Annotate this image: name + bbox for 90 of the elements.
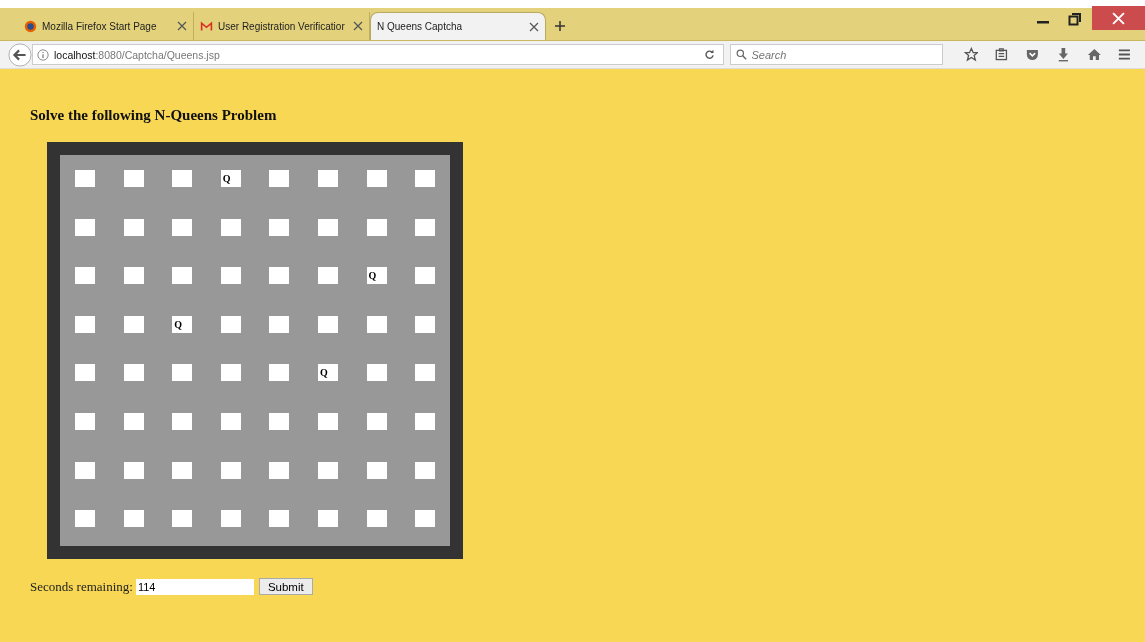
board-square[interactable] (366, 364, 387, 382)
board-square[interactable] (220, 315, 241, 333)
browser-tab[interactable]: N Queens Captcha (370, 12, 546, 40)
board-square[interactable] (172, 461, 193, 479)
search-field[interactable]: Search (729, 44, 943, 65)
info-icon (37, 48, 49, 61)
board-square[interactable] (269, 218, 290, 236)
board-square[interactable] (366, 510, 387, 528)
close-window-button[interactable] (1092, 6, 1145, 30)
board-square[interactable] (172, 364, 193, 382)
home-icon[interactable] (1086, 47, 1102, 62)
board-square[interactable] (366, 315, 387, 333)
board-square[interactable] (317, 218, 338, 236)
board-square[interactable] (366, 218, 387, 236)
board-square[interactable] (415, 267, 436, 285)
timer-label: Seconds remaining: (30, 578, 133, 595)
restore-icon[interactable] (1068, 12, 1082, 26)
close-icon (1112, 11, 1125, 25)
board-square[interactable] (415, 510, 436, 528)
board-square[interactable] (366, 170, 387, 187)
board-square[interactable] (123, 170, 144, 187)
board-square[interactable] (415, 218, 436, 236)
board-square[interactable] (269, 461, 290, 479)
board-square[interactable] (75, 364, 95, 382)
board-square[interactable] (317, 315, 338, 333)
board-square[interactable] (172, 510, 193, 528)
board-square[interactable] (220, 364, 241, 382)
reload-icon[interactable] (703, 49, 715, 60)
board-square[interactable] (415, 170, 436, 187)
board-square[interactable] (123, 461, 144, 479)
board-square[interactable] (75, 218, 95, 236)
board-square[interactable] (366, 412, 387, 430)
board-square[interactable] (172, 412, 193, 430)
board-square[interactable] (123, 267, 144, 285)
board-square[interactable] (269, 364, 290, 382)
board-square[interactable] (220, 510, 241, 528)
board-square[interactable]: Q (172, 315, 193, 333)
board-square[interactable] (220, 461, 241, 479)
browser-tab[interactable]: Mozilla Firefox Start Page (18, 12, 194, 40)
board-square[interactable] (220, 218, 241, 236)
board-square[interactable] (415, 364, 436, 382)
board-square[interactable] (123, 218, 144, 236)
new-tab-icon[interactable] (554, 20, 566, 32)
board-square[interactable] (415, 315, 436, 333)
back-icon[interactable] (8, 42, 32, 67)
board-square[interactable] (317, 170, 338, 187)
board-square[interactable] (269, 510, 290, 528)
close-icon[interactable] (177, 21, 187, 31)
board-square[interactable] (75, 315, 95, 333)
board-square[interactable] (415, 412, 436, 430)
board-square[interactable] (220, 267, 241, 285)
close-icon[interactable] (529, 21, 539, 32)
address-bar[interactable]: localhost:8080/Captcha/Queens.jsp (32, 44, 724, 65)
board-square[interactable] (75, 412, 95, 430)
board-square[interactable] (123, 412, 144, 430)
board-square[interactable]: Q (317, 364, 338, 382)
board-square[interactable] (75, 267, 95, 285)
submit-button[interactable]: Submit (258, 578, 313, 595)
close-icon[interactable] (353, 21, 363, 31)
board-square[interactable] (317, 267, 338, 285)
globe-icon (24, 19, 37, 33)
board-square[interactable] (220, 412, 241, 430)
board-square[interactable] (123, 364, 144, 382)
board-square[interactable] (123, 315, 144, 333)
url-text: localhost:8080/Captcha/Queens.jsp (54, 48, 220, 61)
board-square[interactable] (269, 315, 290, 333)
board-square[interactable]: Q (366, 267, 387, 285)
board-square[interactable] (415, 461, 436, 479)
board-square[interactable] (366, 461, 387, 479)
board-square[interactable] (123, 510, 144, 528)
search-icon (735, 49, 747, 60)
pocket-icon[interactable] (1025, 47, 1040, 62)
board-square[interactable]: Q (220, 170, 241, 187)
board-square[interactable] (75, 510, 95, 528)
board-square[interactable] (317, 510, 338, 528)
board-square[interactable] (172, 170, 193, 187)
clipboard-icon[interactable] (994, 47, 1009, 62)
board-square[interactable] (75, 461, 95, 479)
menu-icon[interactable] (1117, 47, 1132, 62)
board-square[interactable] (269, 412, 290, 430)
page-heading: Solve the following N-Queens Problem (30, 107, 278, 124)
board-square[interactable] (269, 267, 290, 285)
star-icon[interactable] (963, 47, 979, 62)
board-square[interactable] (269, 170, 290, 187)
timer-field[interactable]: 114 (135, 578, 254, 595)
board-square[interactable] (317, 412, 338, 430)
board-square[interactable] (172, 267, 193, 285)
board-square[interactable] (317, 461, 338, 479)
board-square[interactable] (172, 218, 193, 236)
mail-icon (200, 19, 213, 33)
